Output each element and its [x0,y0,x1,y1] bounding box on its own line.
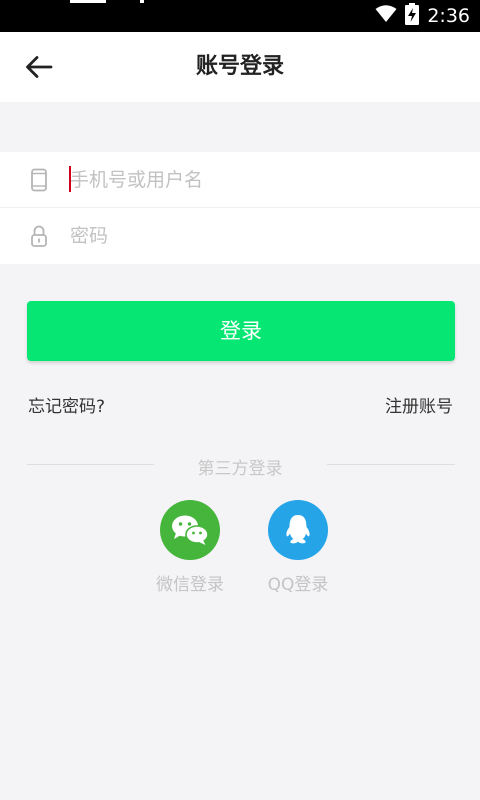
username-row [0,152,480,208]
password-row [0,208,480,264]
login-button[interactable]: 登录 [27,301,455,361]
status-time: 2:36 [427,5,470,27]
forgot-password-link[interactable]: 忘记密码? [28,392,105,417]
qq-login-label: QQ登录 [267,575,329,595]
wechat-icon [160,500,220,560]
page-title: 账号登录 [195,54,284,79]
back-button[interactable] [22,52,56,82]
phone-icon [28,168,50,192]
qq-icon [268,500,328,560]
third-party-heading: 第三方登录 [197,459,283,479]
text-cursor [69,166,71,192]
login-form [0,152,480,264]
arrow-left-icon [26,56,53,78]
status-indicator [140,0,144,3]
battery-charging-icon [405,3,420,29]
status-indicator [70,0,106,3]
divider-right [327,464,455,465]
qq-login-button[interactable]: QQ登录 [243,500,353,595]
register-link[interactable]: 注册账号 [385,392,453,417]
wechat-login-button[interactable]: 微信登录 [135,500,245,595]
wifi-icon [375,5,397,27]
app-bar: 账号登录 [0,32,480,102]
username-input[interactable] [70,160,430,200]
lock-icon [28,224,50,248]
wechat-login-label: 微信登录 [156,575,224,595]
status-bar: 2:36 [0,0,480,32]
password-input[interactable] [70,216,430,256]
